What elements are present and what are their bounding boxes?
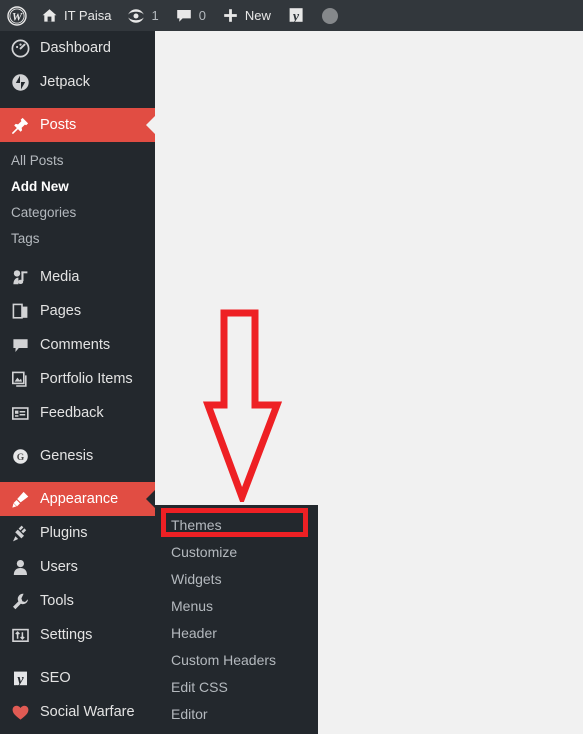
site-name-button[interactable]: IT Paisa	[33, 0, 119, 31]
sidebar-item-social-warfare[interactable]: Social Warfare	[0, 695, 155, 729]
sidebar-item-feedback[interactable]: Feedback	[0, 396, 155, 430]
admin-bar: W IT Paisa 1 0 New y	[0, 0, 583, 31]
new-content-label: New	[244, 8, 271, 23]
sidebar-item-label: Jetpack	[40, 73, 90, 90]
submenu-item-header[interactable]: Header	[155, 619, 318, 646]
appearance-submenu-list: Themes Customize Widgets Menus Header Cu…	[155, 511, 318, 727]
sidebar-item-label: Media	[40, 268, 80, 285]
sidebar-item-label: Appearance	[40, 490, 119, 507]
sidebar-item-settings[interactable]: Settings	[0, 618, 155, 652]
sidebar-item-users[interactable]: Users	[0, 550, 155, 584]
sidebar-item-label: Comments	[40, 336, 111, 353]
sidebar-item-seo[interactable]: y SEO	[0, 661, 155, 695]
posts-submenu: All Posts Add New Categories Tags	[0, 142, 155, 260]
wordpress-admin-screen: W IT Paisa 1 0 New y Dashboard Jetpack P…	[0, 0, 583, 734]
sidebar-item-label: Posts	[40, 116, 77, 133]
sidebar-item-comments[interactable]: Comments	[0, 328, 155, 362]
current-menu-arrow	[146, 116, 155, 134]
submenu-item-all-posts[interactable]: All Posts	[0, 148, 155, 174]
updates-count: 1	[151, 8, 159, 23]
current-menu-arrow	[146, 490, 155, 508]
sidebar-item-label: Genesis	[40, 447, 94, 464]
sidebar-item-media[interactable]: Media	[0, 260, 155, 294]
svg-text:y: y	[291, 10, 300, 25]
comment-bubble-icon	[9, 335, 31, 355]
appearance-brush-icon	[9, 489, 31, 509]
sidebar-item-label: Social Warfare	[40, 703, 135, 720]
sidebar-item-dashboard[interactable]: Dashboard	[0, 31, 155, 65]
plus-icon	[222, 7, 239, 24]
menu-list: Dashboard Jetpack Posts All Posts Add Ne…	[0, 31, 155, 729]
sidebar-item-label: Tools	[40, 592, 74, 609]
submenu-item-add-new[interactable]: Add New	[0, 174, 155, 200]
account-button[interactable]	[314, 0, 346, 31]
yoast-seo-button[interactable]: y	[279, 0, 314, 31]
submenu-item-menus[interactable]: Menus	[155, 592, 318, 619]
submenu-item-widgets[interactable]: Widgets	[155, 565, 318, 592]
comments-button[interactable]: 0	[167, 0, 214, 31]
comment-bubble-icon	[175, 7, 193, 25]
wordpress-logo-button[interactable]: W	[0, 0, 33, 31]
sidebar-item-appearance[interactable]: Appearance	[0, 482, 155, 516]
admin-sidebar-menu: Dashboard Jetpack Posts All Posts Add Ne…	[0, 31, 155, 734]
pin-icon	[9, 115, 31, 135]
sidebar-item-jetpack[interactable]: Jetpack	[0, 65, 155, 99]
home-icon	[41, 7, 58, 24]
menu-separator	[0, 652, 155, 661]
settings-sliders-icon	[9, 625, 31, 645]
sidebar-item-posts[interactable]: Posts	[0, 108, 155, 142]
yoast-seo-icon: y	[287, 6, 306, 25]
submenu-item-categories[interactable]: Categories	[0, 200, 155, 226]
comments-count: 0	[198, 8, 206, 23]
menu-separator	[0, 430, 155, 439]
sidebar-item-label: SEO	[40, 669, 71, 686]
sidebar-item-label: Settings	[40, 626, 93, 643]
yoast-seo-icon: y	[9, 668, 31, 688]
social-warfare-icon	[9, 702, 31, 722]
sidebar-item-label: Plugins	[40, 524, 88, 541]
sidebar-item-genesis[interactable]: G Genesis	[0, 439, 155, 473]
wordpress-logo-icon: W	[7, 5, 27, 26]
sidebar-item-portfolio-items[interactable]: Portfolio Items	[0, 362, 155, 396]
svg-text:W: W	[12, 11, 23, 23]
genesis-icon: G	[9, 446, 31, 466]
sidebar-item-label: Feedback	[40, 404, 104, 421]
site-name-label: IT Paisa	[64, 8, 112, 23]
submenu-item-edit-css[interactable]: Edit CSS	[155, 673, 318, 700]
feedback-icon	[9, 403, 31, 423]
sidebar-item-label: Portfolio Items	[40, 370, 133, 387]
sidebar-item-pages[interactable]: Pages	[0, 294, 155, 328]
dashboard-icon	[9, 38, 31, 58]
sidebar-item-label: Dashboard	[40, 39, 111, 56]
sidebar-item-label: Pages	[40, 302, 82, 319]
plugins-plug-icon	[9, 523, 31, 543]
submenu-item-custom-headers[interactable]: Custom Headers	[155, 646, 318, 673]
portfolio-icon	[9, 369, 31, 389]
submenu-item-customize[interactable]: Customize	[155, 538, 318, 565]
sidebar-item-label: Users	[40, 558, 78, 575]
updates-button[interactable]: 1	[119, 0, 166, 31]
menu-separator	[0, 473, 155, 482]
submenu-item-tags[interactable]: Tags	[0, 226, 155, 252]
appearance-submenu-flyout: Themes Customize Widgets Menus Header Cu…	[155, 505, 318, 734]
users-icon	[9, 557, 31, 577]
media-icon	[9, 267, 31, 287]
jetpack-icon	[9, 72, 31, 92]
svg-text:y: y	[15, 672, 24, 688]
svg-text:G: G	[16, 452, 24, 463]
menu-separator	[0, 99, 155, 108]
tools-wrench-icon	[9, 591, 31, 611]
sidebar-item-plugins[interactable]: Plugins	[0, 516, 155, 550]
sidebar-item-tools[interactable]: Tools	[0, 584, 155, 618]
avatar	[321, 7, 338, 24]
updates-icon	[127, 7, 145, 25]
pages-icon	[9, 301, 31, 321]
new-content-button[interactable]: New	[214, 0, 279, 31]
submenu-item-editor[interactable]: Editor	[155, 700, 318, 727]
submenu-item-themes[interactable]: Themes	[155, 511, 318, 538]
